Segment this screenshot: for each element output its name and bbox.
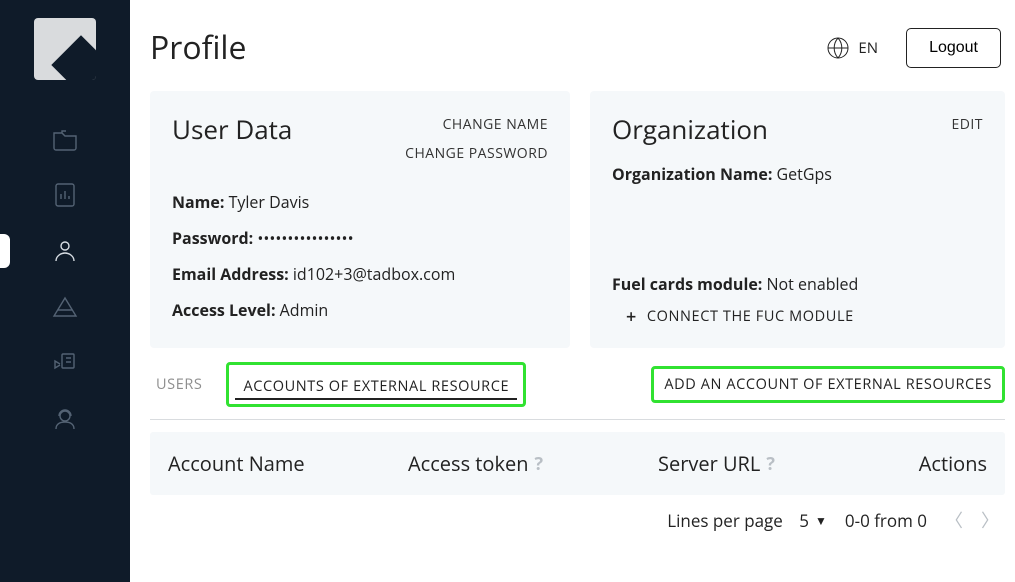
user-access-label: Access Level:: [172, 299, 276, 321]
col-access-token-label: Access token: [408, 450, 528, 477]
user-card-header: User Data CHANGE NAME CHANGE PASSWORD: [172, 111, 548, 163]
org-fields: Organization Name: GetGps: [612, 163, 983, 185]
org-name-value: GetGps: [777, 163, 832, 185]
organization-card: Organization EDIT Organization Name: Get…: [590, 91, 1005, 348]
col-server-url: Server URL ?: [658, 450, 908, 477]
user-email-label: Email Address:: [172, 263, 289, 285]
table-header: Account Name Access token ? Server URL ?…: [150, 432, 1005, 495]
org-card-actions: EDIT: [951, 111, 983, 134]
profile-icon[interactable]: [52, 238, 78, 264]
user-email-value: id102+3@tadbox.com: [293, 263, 455, 285]
page-title: Profile: [150, 26, 246, 69]
lines-per-page-control[interactable]: Lines per page 5 ▼: [667, 509, 827, 532]
user-password-value: ••••••••••••••••: [257, 227, 353, 249]
org-name-label: Organization Name:: [612, 163, 772, 185]
lines-per-page-value: 5: [799, 509, 809, 532]
sidebar-nav: [52, 126, 78, 432]
page-prev-button[interactable]: 〈: [945, 507, 963, 533]
header-controls: EN Logout: [826, 28, 1001, 68]
globe-icon: [826, 36, 850, 60]
pagination-range: 0-0 from 0: [845, 509, 927, 532]
user-data-card: User Data CHANGE NAME CHANGE PASSWORD Na…: [150, 91, 570, 348]
col-access-token: Access token ?: [408, 450, 658, 477]
folder-icon[interactable]: [52, 126, 78, 152]
change-password-button[interactable]: CHANGE PASSWORD: [405, 144, 548, 163]
connect-fuc-label: CONNECT THE FUC MODULE: [647, 307, 854, 326]
org-card-header: Organization EDIT: [612, 111, 983, 147]
user-access-field: Access Level: Admin: [172, 299, 548, 321]
language-selector[interactable]: EN: [826, 36, 878, 60]
accounts-tabs-row: USERS ACCOUNTS OF EXTERNAL RESOURCE ADD …: [150, 362, 1005, 407]
tab-external-accounts[interactable]: ACCOUNTS OF EXTERNAL RESOURCE: [226, 362, 526, 407]
col-actions: Actions: [908, 450, 987, 477]
app-logo: [34, 18, 96, 80]
fuel-module-label: Fuel cards module:: [612, 273, 762, 295]
page-header: Profile EN Logout: [150, 26, 1005, 69]
edit-org-button[interactable]: EDIT: [951, 115, 983, 134]
plus-icon: +: [626, 308, 637, 326]
fuel-module-value: Not enabled: [767, 273, 859, 295]
fuel-module-field: Fuel cards module: Not enabled: [612, 273, 983, 295]
user-fields: Name: Tyler Davis Password: ••••••••••••…: [172, 191, 548, 321]
lines-per-page-label: Lines per page: [667, 509, 783, 532]
tab-users[interactable]: USERS: [150, 365, 208, 404]
triangle-icon[interactable]: [52, 294, 78, 320]
help-icon[interactable]: ?: [766, 452, 775, 476]
org-card-title: Organization: [612, 111, 768, 147]
language-label: EN: [858, 38, 878, 58]
support-icon[interactable]: [52, 406, 78, 432]
caret-down-icon: ▼: [815, 512, 827, 529]
user-name-field: Name: Tyler Davis: [172, 191, 548, 213]
user-password-label: Password:: [172, 227, 253, 249]
logout-button[interactable]: Logout: [906, 28, 1001, 68]
cards-row: User Data CHANGE NAME CHANGE PASSWORD Na…: [150, 91, 1005, 348]
sidebar: [0, 0, 130, 582]
announcement-icon[interactable]: [52, 350, 78, 376]
col-server-url-label: Server URL: [658, 450, 760, 477]
report-icon[interactable]: [52, 182, 78, 208]
separator: [150, 419, 1005, 420]
connect-fuc-button[interactable]: + CONNECT THE FUC MODULE: [612, 307, 983, 326]
org-fuel-section: Fuel cards module: Not enabled + CONNECT…: [612, 273, 983, 326]
user-access-value: Admin: [280, 299, 329, 321]
col-account-name: Account Name: [168, 450, 408, 477]
user-card-actions: CHANGE NAME CHANGE PASSWORD: [405, 111, 548, 163]
page-next-button[interactable]: 〉: [981, 507, 999, 533]
add-external-account-button[interactable]: ADD AN ACCOUNT OF EXTERNAL RESOURCES: [651, 366, 1005, 403]
user-password-field: Password: ••••••••••••••••: [172, 227, 548, 249]
change-name-button[interactable]: CHANGE NAME: [443, 115, 548, 134]
main-content: Profile EN Logout User Data CHANGE NAME …: [130, 0, 1015, 582]
help-icon[interactable]: ?: [534, 452, 543, 476]
pagination: Lines per page 5 ▼ 0-0 from 0 〈 〉: [150, 495, 1005, 533]
user-card-title: User Data: [172, 111, 292, 147]
org-name-field: Organization Name: GetGps: [612, 163, 983, 185]
user-email-field: Email Address: id102+3@tadbox.com: [172, 263, 548, 285]
user-name-label: Name:: [172, 191, 224, 213]
user-name-value: Tyler Davis: [229, 191, 310, 213]
